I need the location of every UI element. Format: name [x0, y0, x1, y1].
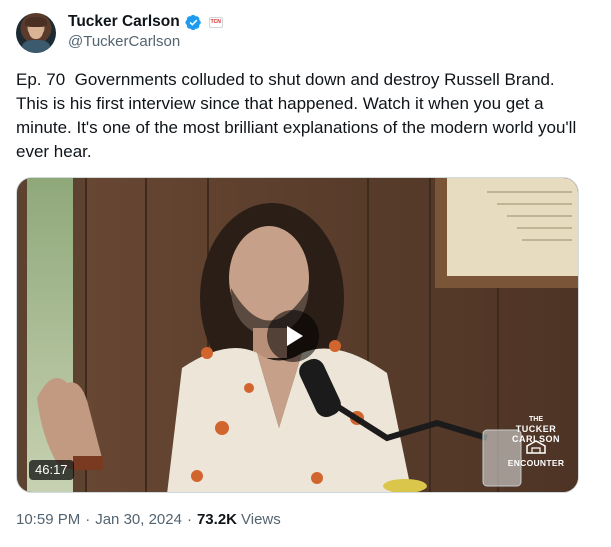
avatar-shirt — [22, 40, 50, 53]
play-button[interactable] — [267, 310, 319, 362]
avatar[interactable] — [16, 13, 56, 53]
tweet-text: Ep. 70 Governments colluded to shut down… — [16, 70, 581, 161]
tweet-date[interactable]: Jan 30, 2024 — [95, 511, 182, 528]
logo-bottom-text: ENCOUNTER — [507, 458, 565, 468]
verified-badge-icon[interactable] — [185, 14, 202, 31]
video-player[interactable]: 46:17 THE TUCKER CARLSON ENCOUNTER — [16, 177, 579, 493]
author-name-row: Tucker Carlson TCN — [68, 12, 223, 32]
meta-separator: · — [186, 511, 192, 528]
video-duration: 46:17 — [29, 460, 74, 480]
views-label: Views — [241, 511, 281, 528]
author-handle[interactable]: @TuckerCarlson — [68, 33, 180, 50]
affiliation-badge[interactable]: TCN — [208, 16, 223, 28]
play-icon — [287, 326, 303, 346]
affiliation-badge-label: TCN — [210, 18, 221, 25]
tweet: Tucker Carlson TCN @TuckerCarlson Ep. 70… — [0, 0, 611, 547]
barn-icon — [526, 440, 546, 454]
avatar-hair — [25, 17, 47, 27]
encounter-logo: THE TUCKER CARLSON ENCOUNTER — [501, 416, 571, 482]
author-display-name[interactable]: Tucker Carlson — [68, 13, 180, 31]
views-count[interactable]: 73.2K — [197, 511, 237, 528]
logo-top-text: THE — [529, 416, 543, 423]
tweet-meta: 10:59 PM · Jan 30, 2024 · 73.2K Views — [16, 511, 281, 528]
meta-separator: · — [85, 511, 91, 528]
tweet-time[interactable]: 10:59 PM — [16, 511, 80, 528]
